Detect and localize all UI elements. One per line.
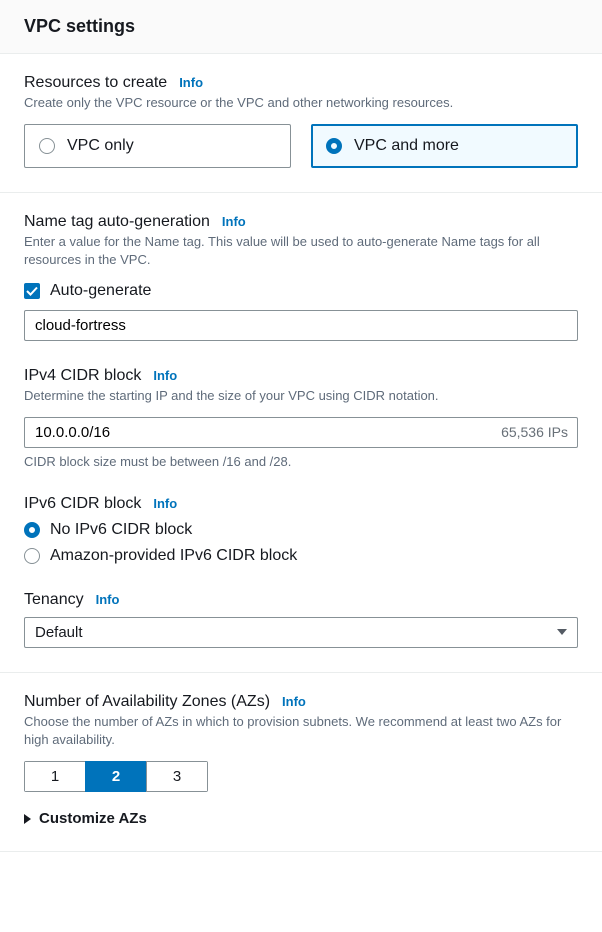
tile-vpc-only-label: VPC only — [67, 137, 134, 155]
resources-description: Create only the VPC resource or the VPC … — [24, 94, 578, 112]
tenancy-value: Default — [35, 624, 83, 641]
tile-vpc-and-more-label: VPC and more — [354, 137, 459, 155]
radio-icon — [24, 548, 40, 564]
ipv6-option-amazon-label: Amazon-provided IPv6 CIDR block — [50, 547, 297, 565]
nametag-info-link[interactable]: Info — [222, 214, 246, 229]
az-option-2[interactable]: 2 — [85, 761, 147, 792]
customize-azs-toggle[interactable]: Customize AZs — [24, 810, 578, 827]
section-resources: Resources to create Info Create only the… — [0, 54, 602, 193]
tile-vpc-and-more[interactable]: VPC and more — [311, 124, 578, 168]
customize-azs-label: Customize AZs — [39, 810, 147, 827]
ipv4-hint: CIDR block size must be between /16 and … — [24, 454, 578, 469]
resources-heading: Resources to create — [24, 74, 167, 92]
resources-info-link[interactable]: Info — [179, 75, 203, 90]
ipv4-info-link[interactable]: Info — [153, 368, 177, 383]
ipv6-heading: IPv6 CIDR block — [24, 495, 141, 513]
section-vpc-config: Name tag auto-generation Info Enter a va… — [0, 193, 602, 673]
nametag-input[interactable] — [24, 310, 578, 341]
nametag-description: Enter a value for the Name tag. This val… — [24, 233, 578, 269]
section-azs: Number of Availability Zones (AZs) Info … — [0, 673, 602, 852]
tenancy-info-link[interactable]: Info — [96, 592, 120, 607]
nametag-heading: Name tag auto-generation — [24, 213, 210, 231]
autogenerate-label: Auto-generate — [50, 282, 151, 300]
tenancy-heading: Tenancy — [24, 591, 84, 609]
azs-heading: Number of Availability Zones (AZs) — [24, 693, 270, 711]
az-option-1[interactable]: 1 — [24, 761, 86, 792]
radio-icon — [326, 138, 342, 154]
page-title: VPC settings — [24, 16, 578, 37]
tile-vpc-only[interactable]: VPC only — [24, 124, 291, 168]
ipv6-option-none-label: No IPv6 CIDR block — [50, 521, 192, 539]
azs-description: Choose the number of AZs in which to pro… — [24, 713, 578, 749]
caret-right-icon — [24, 814, 31, 824]
radio-icon — [39, 138, 55, 154]
ipv4-description: Determine the starting IP and the size o… — [24, 387, 578, 405]
azs-info-link[interactable]: Info — [282, 694, 306, 709]
azs-segmented-control: 1 2 3 — [24, 761, 208, 792]
ipv6-info-link[interactable]: Info — [153, 496, 177, 511]
az-option-3[interactable]: 3 — [146, 761, 208, 792]
check-icon — [26, 285, 38, 297]
radio-icon — [24, 522, 40, 538]
ipv6-option-none[interactable]: No IPv6 CIDR block — [24, 521, 578, 539]
ipv6-option-amazon[interactable]: Amazon-provided IPv6 CIDR block — [24, 547, 578, 565]
ipv4-heading: IPv4 CIDR block — [24, 367, 141, 385]
ipv4-cidr-input[interactable] — [24, 417, 578, 448]
page-header: VPC settings — [0, 0, 602, 54]
autogenerate-checkbox[interactable] — [24, 283, 40, 299]
chevron-down-icon — [557, 629, 567, 635]
tenancy-select[interactable]: Default — [24, 617, 578, 648]
